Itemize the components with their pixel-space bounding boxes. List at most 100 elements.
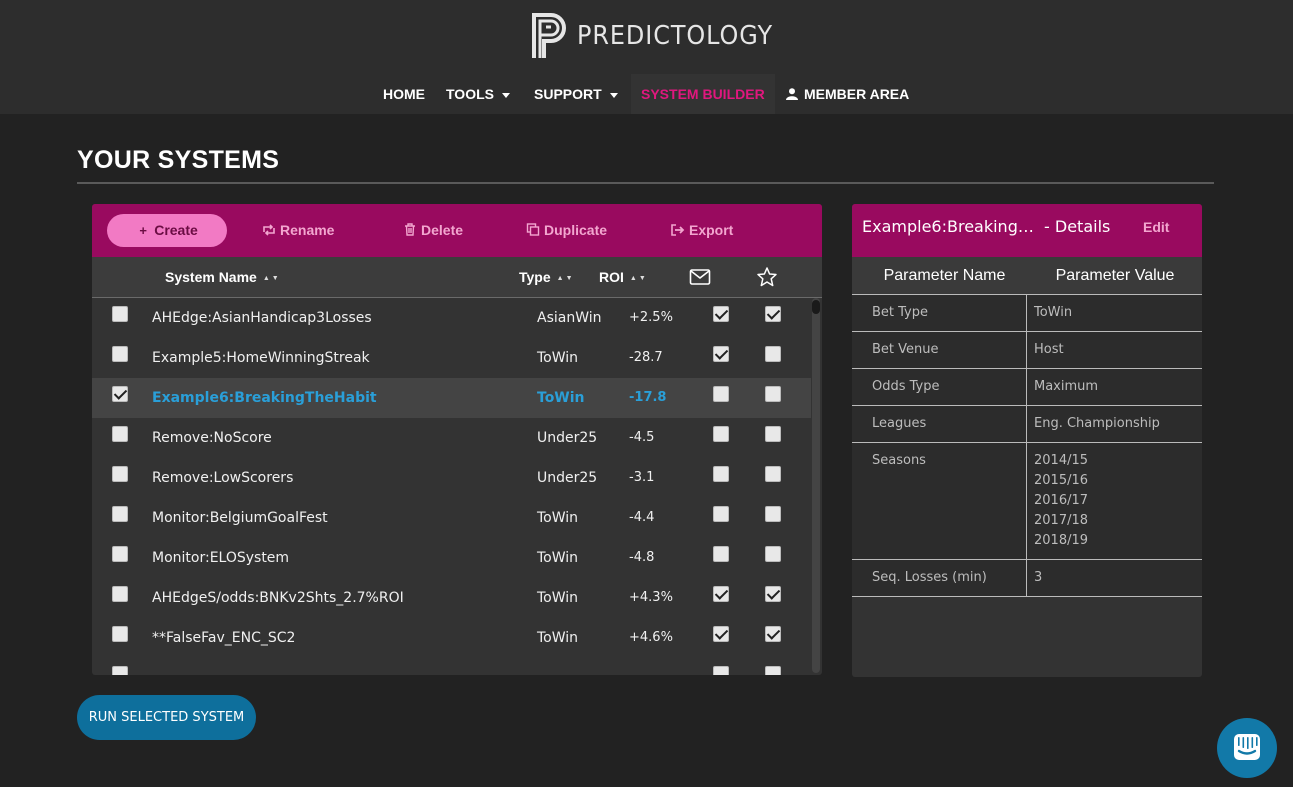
nav-member-area[interactable]: MEMBER AREA [786, 74, 909, 114]
chat-launcher-button[interactable] [1217, 718, 1277, 778]
table-row[interactable]: AHEdge:AsianHandicap3Losses AsianWin +2.5% [92, 298, 811, 338]
duplicate-button[interactable]: Duplicate [526, 214, 607, 247]
run-selected-system-button[interactable]: RUN SELECTED SYSTEM [77, 695, 256, 740]
table-row[interactable]: AHEdgeS/odds:BNKv2Shts_2.7%ROI ToWin +4.3% [92, 578, 811, 618]
site-header: PREDICTOLOGY HOME TOOLS SUPPORT SYSTEM B… [0, 0, 1293, 114]
nav-member-area-label: MEMBER AREA [804, 86, 910, 102]
edit-button[interactable]: Edit [1143, 219, 1169, 235]
email-alert-checkbox[interactable] [713, 666, 729, 675]
details-header: Example6:Breaking… - Details Edit [852, 204, 1202, 257]
email-alert-checkbox[interactable] [713, 546, 729, 562]
table-row[interactable]: Remove:NoScore Under25 -4.5 [92, 418, 811, 458]
favorite-checkbox[interactable] [765, 466, 781, 482]
row-select-checkbox[interactable] [112, 426, 128, 442]
nav-support[interactable]: SUPPORT [534, 74, 618, 114]
email-alert-checkbox[interactable] [713, 386, 729, 402]
rename-button[interactable]: Rename [262, 214, 334, 247]
table-row[interactable]: Example5:HomeWinningStreak ToWin -28.7 [92, 338, 811, 378]
system-type-cell: ToWin [537, 390, 585, 406]
favorite-checkbox[interactable] [765, 386, 781, 402]
table-row[interactable]: **FalseFav_ENC_SC2 ToWin +4.6% [92, 618, 811, 658]
email-alert-checkbox[interactable] [713, 426, 729, 442]
col-type[interactable]: Type ▲▼ [519, 257, 575, 298]
table-row[interactable]: Monitor:ELOSystem ToWin -4.8 [92, 538, 811, 578]
export-button[interactable]: Export [671, 214, 733, 247]
favorite-checkbox[interactable] [765, 346, 781, 362]
email-alert-checkbox[interactable] [713, 346, 729, 362]
nav-home-label: HOME [383, 86, 425, 102]
page-title: YOUR SYSTEMS [77, 146, 280, 174]
system-name-cell[interactable]: Monitor:BelgiumGoalFest [152, 498, 328, 538]
table-row[interactable]: Example6:BreakingTheHabit ToWin -17.8 [92, 378, 811, 418]
column-divider [1026, 332, 1027, 368]
details-panel: Example6:Breaking… - Details Edit Parame… [852, 204, 1202, 677]
create-button[interactable]: + Create [107, 214, 227, 247]
nav-home[interactable]: HOME [383, 74, 425, 114]
system-name-cell[interactable]: Monitor:ELOSystem [152, 538, 289, 578]
sort-icon: ▲▼ [262, 275, 281, 282]
system-name-cell[interactable]: Example6:BreakingTheHabit [152, 378, 377, 418]
parameter-value-line: Host [1034, 342, 1064, 357]
favorite-checkbox[interactable] [765, 586, 781, 602]
envelope-icon[interactable] [689, 267, 711, 287]
parameter-name: Bet Type [872, 305, 929, 320]
star-icon[interactable] [756, 267, 778, 287]
copy-icon [526, 223, 540, 236]
system-name-cell[interactable]: **FalseFav_ENC_SC2 [152, 618, 295, 658]
email-alert-checkbox[interactable] [713, 466, 729, 482]
system-name-cell[interactable]: Remove:NoScore [152, 418, 272, 458]
col-roi[interactable]: ROI ▲▼ [599, 257, 648, 298]
table-row[interactable]: Monitor:BelgiumGoalFest ToWin -4.4 [92, 498, 811, 538]
main-nav: HOME TOOLS SUPPORT SYSTEM BUILDER MEMBER… [0, 74, 1293, 114]
row-select-checkbox[interactable] [112, 506, 128, 522]
predictology-logo-icon [532, 13, 566, 58]
parameter-value: Maximum [1034, 377, 1098, 397]
table-row[interactable] [92, 658, 811, 675]
column-divider [1026, 295, 1027, 331]
system-name-cell[interactable]: Remove:LowScorers [152, 458, 293, 498]
table-scrollbar[interactable] [812, 298, 820, 673]
parameter-value-line: Maximum [1034, 379, 1099, 394]
email-alert-checkbox[interactable] [713, 506, 729, 522]
email-alert-checkbox[interactable] [713, 626, 729, 642]
row-select-checkbox[interactable] [112, 346, 128, 362]
favorite-checkbox[interactable] [765, 546, 781, 562]
column-divider [1026, 369, 1027, 405]
row-select-checkbox[interactable] [112, 586, 128, 602]
parameter-name: Odds Type [872, 379, 940, 394]
chat-icon [1234, 734, 1260, 760]
nav-system-builder-label: SYSTEM BUILDER [641, 86, 765, 102]
row-select-checkbox[interactable] [112, 466, 128, 482]
row-select-checkbox[interactable] [112, 546, 128, 562]
parameter-row: Seasons 2014/15 2015/16 2016/17 2017/18 2018/… [852, 443, 1202, 560]
row-select-checkbox[interactable] [112, 386, 128, 402]
col-system-name[interactable]: System Name ▲▼ [165, 257, 281, 298]
delete-button[interactable]: Delete [403, 214, 463, 247]
system-type-cell: Under25 [537, 470, 598, 486]
system-name-cell[interactable]: AHEdge:AsianHandicap3Losses [152, 298, 372, 338]
system-name-cell[interactable]: AHEdgeS/odds:BNKv2Shts_2.7%ROI [152, 578, 404, 618]
col-type-label: Type [519, 269, 551, 285]
brand-name: PREDICTOLOGY [577, 21, 774, 51]
favorite-checkbox[interactable] [765, 306, 781, 322]
row-select-checkbox[interactable] [112, 666, 128, 675]
favorite-checkbox[interactable] [765, 426, 781, 442]
system-name-cell[interactable]: Example5:HomeWinningStreak [152, 338, 370, 378]
row-select-checkbox[interactable] [112, 626, 128, 642]
col-parameter-name: Parameter Name [883, 267, 1006, 284]
nav-tools[interactable]: TOOLS [446, 74, 510, 114]
systems-table-header: System Name ▲▼ Type ▲▼ ROI ▲▼ [92, 257, 822, 298]
nav-system-builder[interactable]: SYSTEM BUILDER [631, 74, 775, 114]
email-alert-checkbox[interactable] [713, 586, 729, 602]
table-scrollbar-thumb[interactable] [812, 300, 820, 314]
table-row[interactable]: Remove:LowScorers Under25 -3.1 [92, 458, 811, 498]
col-roi-label: ROI [599, 269, 624, 285]
parameter-row: Seq. Losses (min) 3 [852, 560, 1202, 597]
favorite-checkbox[interactable] [765, 506, 781, 522]
details-title: Example6:Breaking… - Details [862, 204, 1110, 249]
row-select-checkbox[interactable] [112, 306, 128, 322]
favorite-checkbox[interactable] [765, 626, 781, 642]
favorite-checkbox[interactable] [765, 666, 781, 675]
email-alert-checkbox[interactable] [713, 306, 729, 322]
brand-logo[interactable]: PREDICTOLOGY [531, 12, 790, 60]
